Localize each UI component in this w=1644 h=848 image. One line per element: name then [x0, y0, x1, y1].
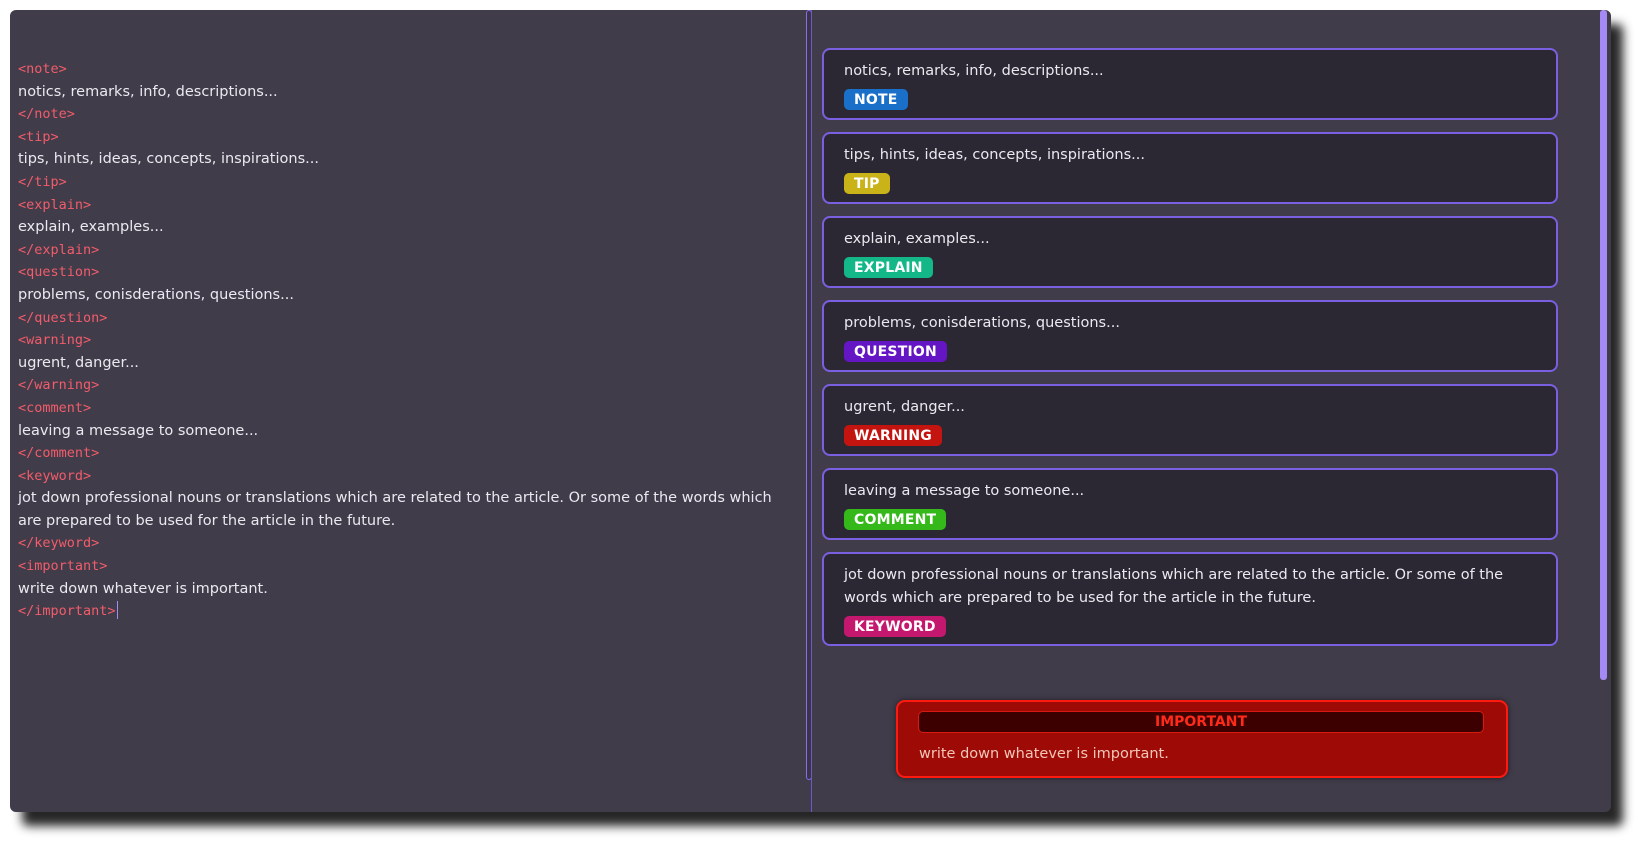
callout-card-question: problems, conisderations, questions... QU… [822, 300, 1558, 372]
editor-line-text: </tip> [18, 173, 67, 190]
editor-tag-line: <explain> [18, 194, 778, 217]
editor-text-line: problems, conisderations, questions... [18, 284, 778, 307]
callout-card-comment: leaving a message to someone... COMMENT [822, 468, 1558, 540]
editor-text-line: explain, examples... [18, 216, 778, 239]
editor-line-text: </warning> [18, 377, 100, 394]
editor-line-text: <note> [18, 61, 67, 77]
callout-text: notics, remarks, info, descriptions... [844, 63, 1104, 79]
editor-line-text: problems, conisderations, questions... [18, 286, 294, 303]
callout-badge: NOTE [844, 89, 908, 110]
important-title: IMPORTANT [918, 711, 1484, 733]
callout-text: jot down professional nouns or translati… [844, 567, 1504, 606]
editor-line-text: </comment> [18, 445, 100, 462]
text-cursor [116, 601, 118, 620]
editor-line-text: </explain> [18, 241, 100, 258]
important-callout: IMPORTANT write down whatever is importa… [896, 700, 1508, 778]
editor-line-text: </keyword> [18, 535, 100, 552]
editor-line-text: jot down professional nouns or translati… [18, 490, 772, 529]
editor-line-text: <keyword> [18, 467, 92, 484]
editor-tag-line: <warning> [18, 329, 778, 352]
editor-tag-line: <important> [18, 555, 778, 578]
callout-text: leaving a message to someone... [844, 483, 1085, 499]
editor-tag-line: <tip> [18, 126, 778, 149]
editor-line-text: </note> [18, 106, 75, 123]
callout-badge: COMMENT [844, 509, 947, 530]
editor-line-text: <important> [18, 558, 108, 575]
preview-scrollbar[interactable] [1600, 10, 1607, 680]
editor-tag-line: <comment> [18, 397, 778, 420]
editor-content[interactable]: <note> notics, remarks, info, description… [18, 58, 778, 623]
editor-tag-line: </question> [18, 307, 778, 330]
editor-tag-line: <note> [18, 58, 778, 81]
editor-text-line: write down whatever is important. [18, 578, 778, 601]
editor-line-text: tips, hints, ideas, concepts, inspiratio… [18, 151, 319, 168]
callout-card-explain: explain, examples... EXPLAIN [822, 216, 1558, 288]
editor-line-text: <question> [18, 264, 100, 281]
callout-text: ugrent, danger... [844, 399, 965, 415]
editor-text-line: tips, hints, ideas, concepts, inspiratio… [18, 148, 778, 171]
editor-line-text: ugrent, danger... [18, 354, 139, 371]
app-window: <note> notics, remarks, info, description… [10, 10, 1611, 812]
editor-line-text: write down whatever is important. [18, 580, 268, 597]
editor-line-text: <tip> [18, 128, 59, 145]
editor-text-line: notics, remarks, info, descriptions... [18, 81, 778, 104]
callout-badge: WARNING [844, 425, 942, 446]
callout-card-warning: ugrent, danger... WARNING [822, 384, 1558, 456]
editor-tag-line: </note> [18, 103, 778, 126]
callout-text: explain, examples... [844, 231, 990, 247]
markdown-editor[interactable]: <note> notics, remarks, info, description… [10, 10, 812, 812]
editor-line-text: explain, examples... [18, 219, 164, 236]
preview-pane: notics, remarks, info, descriptions... NO… [812, 10, 1611, 812]
important-text: write down whatever is important. [919, 746, 1169, 762]
editor-line-text: </question> [18, 309, 108, 326]
editor-line-text: </important> [18, 603, 116, 620]
callout-text: tips, hints, ideas, concepts, inspiratio… [844, 147, 1145, 163]
editor-line-text: leaving a message to someone... [18, 422, 259, 439]
editor-tag-line: <keyword> [18, 465, 778, 488]
editor-text-line: ugrent, danger... [18, 352, 778, 375]
editor-tag-line: </warning> [18, 374, 778, 397]
callout-badge: QUESTION [844, 341, 947, 362]
callout-card-tip: tips, hints, ideas, concepts, inspiratio… [822, 132, 1558, 204]
callout-badge: TIP [844, 173, 890, 194]
editor-tag-line: </explain> [18, 239, 778, 262]
editor-tag-line: </comment> [18, 442, 778, 465]
callout-badge: KEYWORD [844, 616, 946, 637]
editor-text-line: jot down professional nouns or translati… [18, 487, 778, 532]
editor-text-line: leaving a message to someone... [18, 420, 778, 443]
editor-tag-line: </keyword> [18, 532, 778, 555]
editor-line-text: <comment> [18, 399, 92, 416]
editor-tag-line: </tip> [18, 171, 778, 194]
callout-card-note: notics, remarks, info, descriptions... NO… [822, 48, 1558, 120]
editor-line-text: notics, remarks, info, descriptions... [18, 83, 278, 100]
callout-text: problems, conisderations, questions... [844, 315, 1120, 331]
editor-tag-line: </important> [18, 600, 778, 623]
callout-card-keyword: jot down professional nouns or translati… [822, 552, 1558, 646]
callout-badge: EXPLAIN [844, 257, 933, 278]
editor-line-text: <explain> [18, 196, 92, 213]
editor-line-text: <warning> [18, 332, 92, 349]
editor-tag-line: <question> [18, 261, 778, 284]
